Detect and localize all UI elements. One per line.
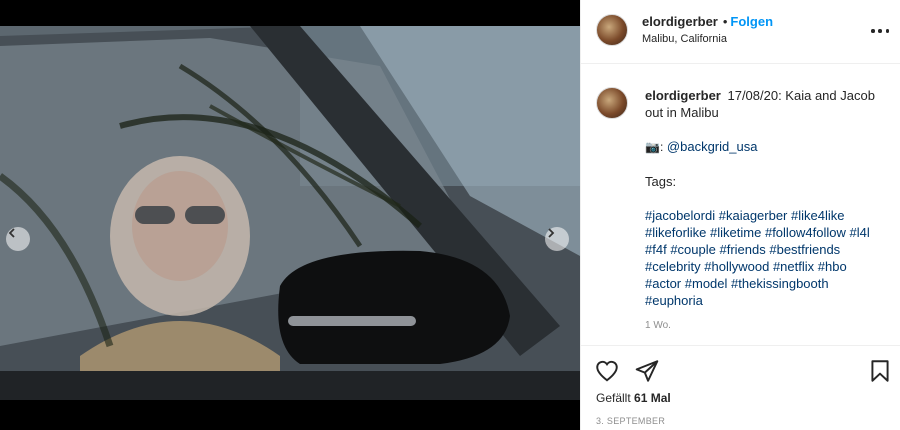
- header-user-line: elordigerber • Folgen: [642, 14, 773, 29]
- chevron-left-icon: [8, 228, 15, 238]
- share-paper-plane-icon[interactable]: [634, 358, 660, 384]
- follow-button[interactable]: Folgen: [730, 14, 773, 29]
- hashtag-link[interactable]: #netflix: [773, 259, 814, 274]
- hashtag-link[interactable]: #friends: [719, 242, 765, 257]
- caption: elordigerber 17/08/20: Kaia and Jacob ou…: [645, 87, 885, 326]
- likes-prefix: Gefällt: [596, 391, 631, 405]
- caption-avatar[interactable]: [596, 87, 628, 119]
- post-date: 3. SEPTEMBER: [596, 416, 666, 426]
- hashtag-link[interactable]: #kaiagerber: [719, 208, 788, 223]
- chevron-right-icon: [548, 228, 555, 238]
- next-photo-button[interactable]: [545, 227, 569, 251]
- hashtag-link[interactable]: #actor: [645, 276, 681, 291]
- camera-emoji: 📷:: [645, 140, 664, 154]
- hashtag-link[interactable]: #jacobelordi: [645, 208, 715, 223]
- hashtag-link[interactable]: #thekissingbooth: [731, 276, 829, 291]
- hashtag-link[interactable]: #liketime: [710, 225, 761, 240]
- hashtag-link[interactable]: #euphoria: [645, 293, 703, 308]
- action-bar: Gefällt 61 Mal 3. SEPTEMBER: [581, 345, 900, 430]
- post-photo[interactable]: [0, 26, 580, 400]
- username-link[interactable]: elordigerber: [642, 14, 718, 29]
- credit-mention[interactable]: @backgrid_usa: [667, 139, 758, 154]
- post-sidebar: elordigerber • Folgen Malibu, California e…: [580, 0, 900, 430]
- hashtag-link[interactable]: #follow4follow: [765, 225, 846, 240]
- hashtag-link[interactable]: #f4f: [645, 242, 667, 257]
- hashtag-link[interactable]: #hollywood: [704, 259, 769, 274]
- prev-photo-button[interactable]: [6, 227, 30, 251]
- hashtag-link[interactable]: #hbo: [818, 259, 847, 274]
- caption-username[interactable]: elordigerber: [645, 88, 721, 103]
- hashtag-link[interactable]: #l4l: [850, 225, 870, 240]
- hashtag-link[interactable]: #couple: [670, 242, 716, 257]
- hashtag-link[interactable]: #celebrity: [645, 259, 701, 274]
- tags-label: Tags:: [645, 174, 677, 189]
- likes-count[interactable]: Gefällt 61 Mal: [596, 391, 671, 405]
- post-header: elordigerber • Folgen Malibu, California: [581, 0, 900, 64]
- more-options-icon[interactable]: [871, 22, 889, 40]
- photo-image: [0, 26, 580, 400]
- bookmark-icon[interactable]: [867, 358, 893, 384]
- avatar[interactable]: [596, 14, 628, 46]
- time-ago[interactable]: 1 Wo.: [645, 320, 671, 331]
- hashtag-list: #jacobelordi #kaiagerber #like4like #lik…: [645, 207, 885, 309]
- hashtag-link[interactable]: #like4like: [791, 208, 844, 223]
- hashtag-link[interactable]: #bestfriends: [769, 242, 840, 257]
- separator-dot: •: [722, 14, 728, 29]
- likes-number: 61 Mal: [634, 391, 671, 405]
- hashtag-link[interactable]: #model: [685, 276, 728, 291]
- heart-icon[interactable]: [594, 358, 620, 384]
- location-link[interactable]: Malibu, California: [642, 33, 727, 45]
- caption-area: elordigerber 17/08/20: Kaia and Jacob ou…: [581, 65, 900, 345]
- photo-panel: [0, 0, 580, 430]
- hashtag-link[interactable]: #likeforlike: [645, 225, 706, 240]
